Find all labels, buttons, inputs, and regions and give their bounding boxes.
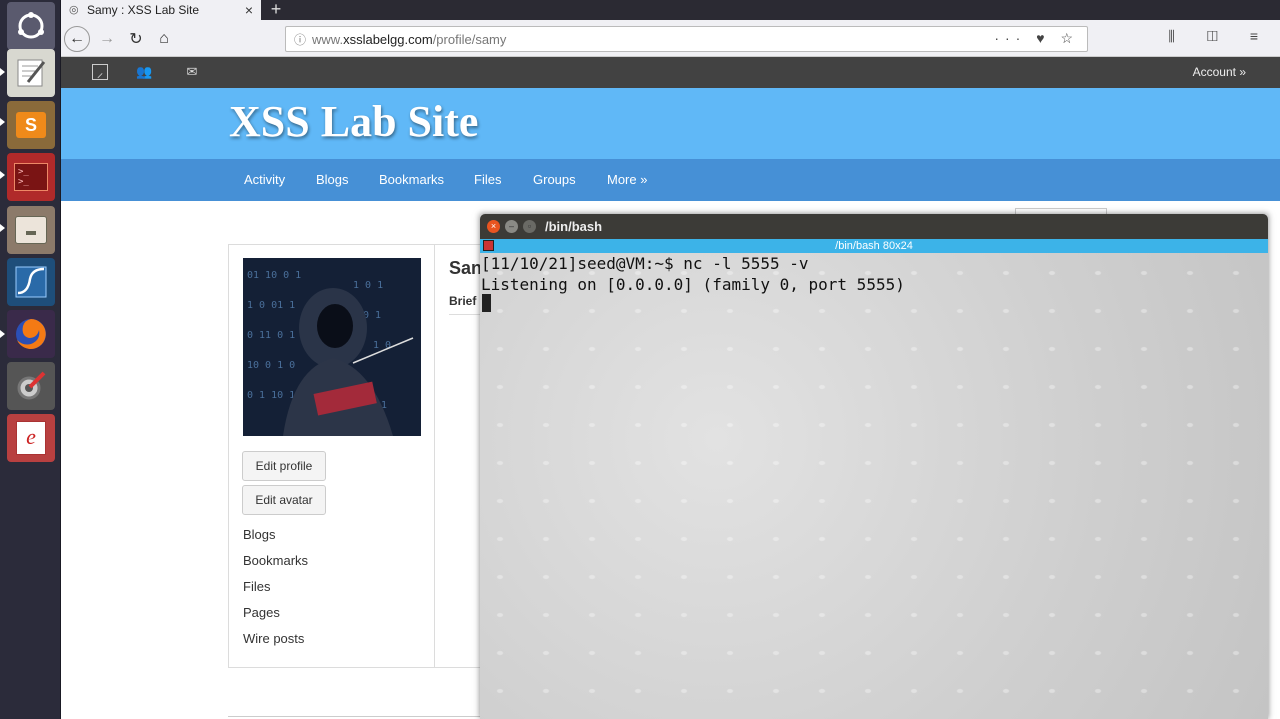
url-path: /profile/samy (432, 31, 507, 47)
profile-link-files[interactable]: Files (243, 579, 270, 594)
forward-button[interactable]: → (94, 26, 120, 52)
terminal-line: Listening on [0.0.0.0] (family 0, port 5… (481, 275, 905, 294)
wallpaper-raindrops (480, 253, 1268, 719)
reload-icon: ↻ (129, 31, 143, 48)
edit-profile-button[interactable]: Edit profile (242, 451, 326, 481)
wireshark-icon[interactable] (7, 258, 55, 306)
edit-avatar-button[interactable]: Edit avatar (242, 485, 326, 515)
profile-name: San (449, 258, 483, 278)
ubuntu-dash-icon[interactable] (7, 2, 55, 50)
elgg-favicon-icon: ◎ (69, 4, 79, 16)
profile-link-pages[interactable]: Pages (243, 605, 280, 620)
menu-blogs[interactable]: Blogs (316, 172, 349, 187)
terminal-cursor (482, 294, 491, 312)
maximize-window-icon[interactable]: ▫ (523, 220, 536, 233)
firefox-icon[interactable] (7, 310, 55, 358)
friends-icon[interactable]: 👥 (136, 64, 152, 80)
menu-more[interactable]: More » (607, 172, 647, 187)
menu-bookmarks[interactable]: Bookmarks (379, 172, 444, 187)
url-host: xsslabelgg.com (343, 31, 433, 47)
browser-tab-bar: ◎ Samy : XSS Lab Site × + (61, 0, 1280, 20)
profile-link-wire-posts[interactable]: Wire posts (243, 631, 304, 646)
system-settings-icon[interactable] (7, 362, 55, 410)
ubuntu-launcher: S >_ >_ e (0, 0, 61, 719)
menu-groups[interactable]: Groups (533, 172, 576, 187)
svg-text:10 0 1 0: 10 0 1 0 (247, 360, 295, 371)
document-viewer-icon[interactable]: e (7, 414, 55, 462)
brief-description-label: Brief (449, 294, 477, 308)
terminal-title: /bin/bash (545, 219, 603, 234)
close-window-icon[interactable]: × (487, 220, 500, 233)
brief-divider (449, 314, 481, 315)
tab-samy-profile[interactable]: ◎ Samy : XSS Lab Site (61, 0, 261, 20)
running-indicator (0, 330, 5, 338)
terminal-tab-title[interactable]: /bin/bash 80x24 (480, 239, 1268, 253)
toolbar-right-buttons[interactable]: ⫼ ◫ ≡ (1168, 28, 1272, 45)
terminal-titlebar[interactable]: × – ▫ /bin/bash (480, 214, 1268, 239)
url-prefix: www. (312, 31, 344, 47)
running-indicator (0, 118, 5, 126)
running-indicator (0, 224, 5, 232)
footer-divider (228, 716, 480, 717)
tab-title: Samy : XSS Lab Site (87, 3, 200, 17)
home-icon: ⌂ (159, 30, 169, 47)
running-indicator (0, 171, 5, 179)
elgg-logo-icon[interactable]: ⸝ (92, 64, 108, 80)
svg-text:01 10 0 1: 01 10 0 1 (247, 270, 301, 281)
svg-text:1 0: 1 0 (373, 340, 391, 351)
url-bar[interactable]: ⓘ www. xsslabelgg.com/profile/samy ··· ♥ … (285, 26, 1088, 52)
elgg-header: XSS Lab Site (61, 88, 1280, 159)
svg-text:0 11 0 1: 0 11 0 1 (247, 330, 295, 341)
terminal-window[interactable]: × – ▫ /bin/bash /bin/bash 80x24 [11/10/2… (480, 214, 1268, 719)
home-button[interactable]: ⌂ (151, 26, 177, 52)
new-tab-button[interactable]: + (266, 0, 286, 20)
browser-nav-bar: ← → ↻ ⌂ ⓘ www. xsslabelgg.com/profile/sam… (61, 20, 1280, 57)
forward-arrow-icon: → (99, 30, 115, 47)
url-actions[interactable]: ··· ♥ ☆ (994, 30, 1079, 47)
file-manager-icon[interactable] (7, 206, 55, 254)
svg-text:1 0 01 1: 1 0 01 1 (247, 300, 295, 311)
sublime-text-icon[interactable]: S (7, 101, 55, 149)
minimize-window-icon[interactable]: – (505, 220, 518, 233)
reload-button[interactable]: ↻ (123, 26, 149, 52)
profile-link-blogs[interactable]: Blogs (243, 527, 276, 542)
svg-text:1 0 1: 1 0 1 (353, 280, 383, 291)
profile-link-bookmarks[interactable]: Bookmarks (243, 553, 308, 568)
site-title[interactable]: XSS Lab Site (229, 96, 478, 147)
profile-avatar: 01 10 0 1 1 0 01 1 0 11 0 1 10 0 1 0 0 1 10… (243, 258, 421, 436)
elgg-topbar: ⸝ 👥 ✉ Account » (61, 57, 1280, 88)
tab-close-button[interactable]: × (239, 0, 259, 20)
terminal-line: [11/10/21]seed@VM:~$ nc -l 5555 -v (481, 254, 809, 273)
account-menu[interactable]: Account » (1193, 65, 1246, 79)
profile-divider (434, 244, 435, 668)
elgg-site-menu: Activity Blogs Bookmarks Files Groups Mo… (61, 159, 1280, 201)
terminal-tab-bar: /bin/bash 80x24 (480, 239, 1268, 253)
svg-text:0 1 10 1: 0 1 10 1 (247, 390, 295, 401)
terminal-icon[interactable]: >_ >_ (7, 153, 55, 201)
text-editor-icon[interactable] (7, 49, 55, 97)
messages-icon[interactable]: ✉ (184, 64, 200, 80)
running-indicator (0, 68, 5, 76)
menu-activity[interactable]: Activity (244, 172, 285, 187)
terminal-body[interactable]: [11/10/21]seed@VM:~$ nc -l 5555 -v Liste… (480, 253, 1268, 719)
back-arrow-icon: ← (69, 30, 85, 47)
menu-files[interactable]: Files (474, 172, 501, 187)
back-button[interactable]: ← (64, 26, 90, 52)
info-icon[interactable]: ⓘ (294, 31, 306, 48)
